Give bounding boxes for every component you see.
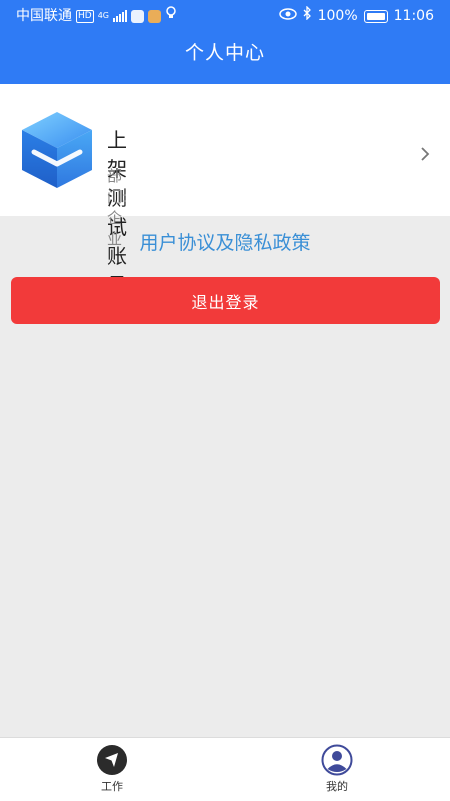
battery-percent: 100% [317,8,358,24]
navigation-arrow-icon [97,745,127,775]
hd-icon: HD [76,9,94,23]
status-bar-left: 中国联通 HD 4G [16,0,177,32]
tab-work[interactable]: 工作 [52,738,172,801]
eye-icon [278,0,297,32]
bulb-icon [165,0,177,32]
profile-card[interactable]: 上架测试账号 部门:企业 [0,84,450,297]
app-notification-icon [131,9,144,23]
logout-button[interactable]: 退出登录 [11,277,440,324]
signal-icon [113,10,127,22]
status-bar: 中国联通 HD 4G 100% 11:06 [0,0,450,32]
game-notification-icon [148,9,161,23]
app-header: 中国联通 HD 4G 100% 11:06 个人中心 [0,0,450,84]
tab-work-label: 工作 [101,780,123,793]
privacy-policy-link[interactable]: 用户协议及隐私政策 [0,228,450,255]
page-title: 个人中心 [184,42,265,64]
clock: 11:06 [393,8,434,24]
user-icon [321,744,353,776]
battery-icon [363,9,388,23]
bluetooth-icon [303,0,312,32]
bottom-tab-bar: 工作 我的 [0,737,450,801]
status-bar-right: 100% 11:06 [278,0,434,32]
carrier-label: 中国联通 [16,8,72,24]
chevron-right-icon[interactable] [420,146,430,162]
tab-mine[interactable]: 我的 [277,738,397,801]
cube-logo-icon [18,108,96,192]
network-type-label: 4G [97,11,109,20]
tab-mine-label: 我的 [326,780,348,793]
